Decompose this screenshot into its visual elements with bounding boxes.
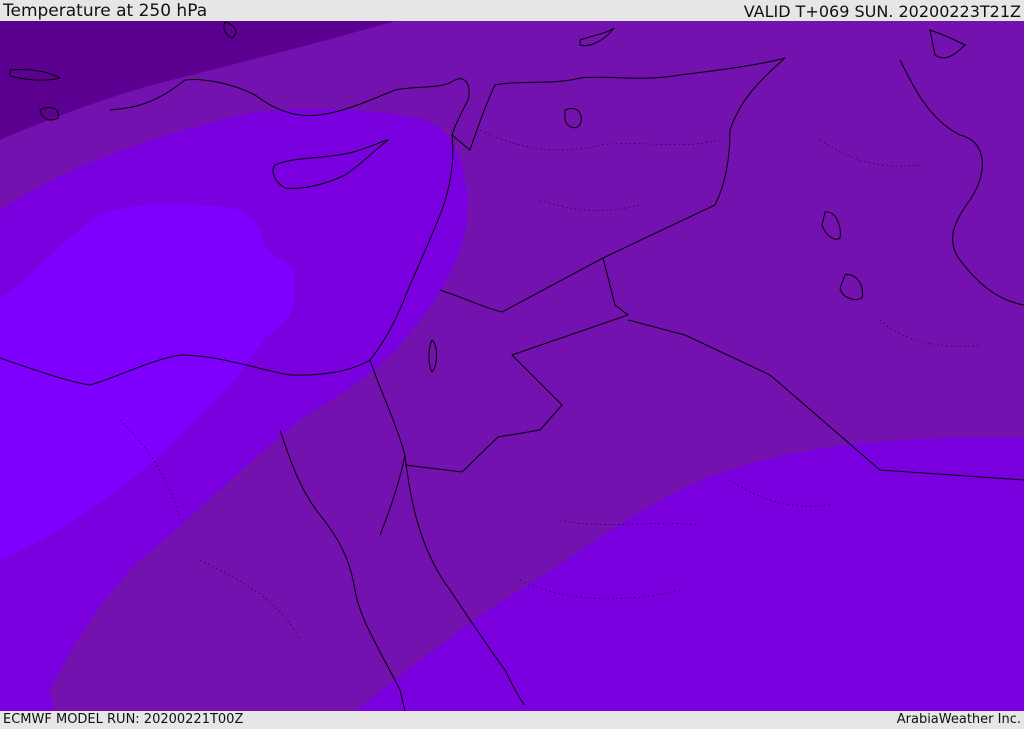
map-canvas xyxy=(0,21,1024,711)
map-view[interactable] xyxy=(0,21,1024,711)
footer-bar: ECMWF MODEL RUN: 20200221T00Z ArabiaWeat… xyxy=(0,711,1024,729)
map-title: Temperature at 250 hPa xyxy=(3,1,208,21)
valid-time: VALID T+069 SUN. 20200223T21Z xyxy=(743,2,1021,21)
credit: ArabiaWeather Inc. xyxy=(896,712,1021,727)
model-run: ECMWF MODEL RUN: 20200221T00Z xyxy=(3,712,244,727)
header-bar: Temperature at 250 hPa VALID T+069 SUN. … xyxy=(0,0,1024,21)
